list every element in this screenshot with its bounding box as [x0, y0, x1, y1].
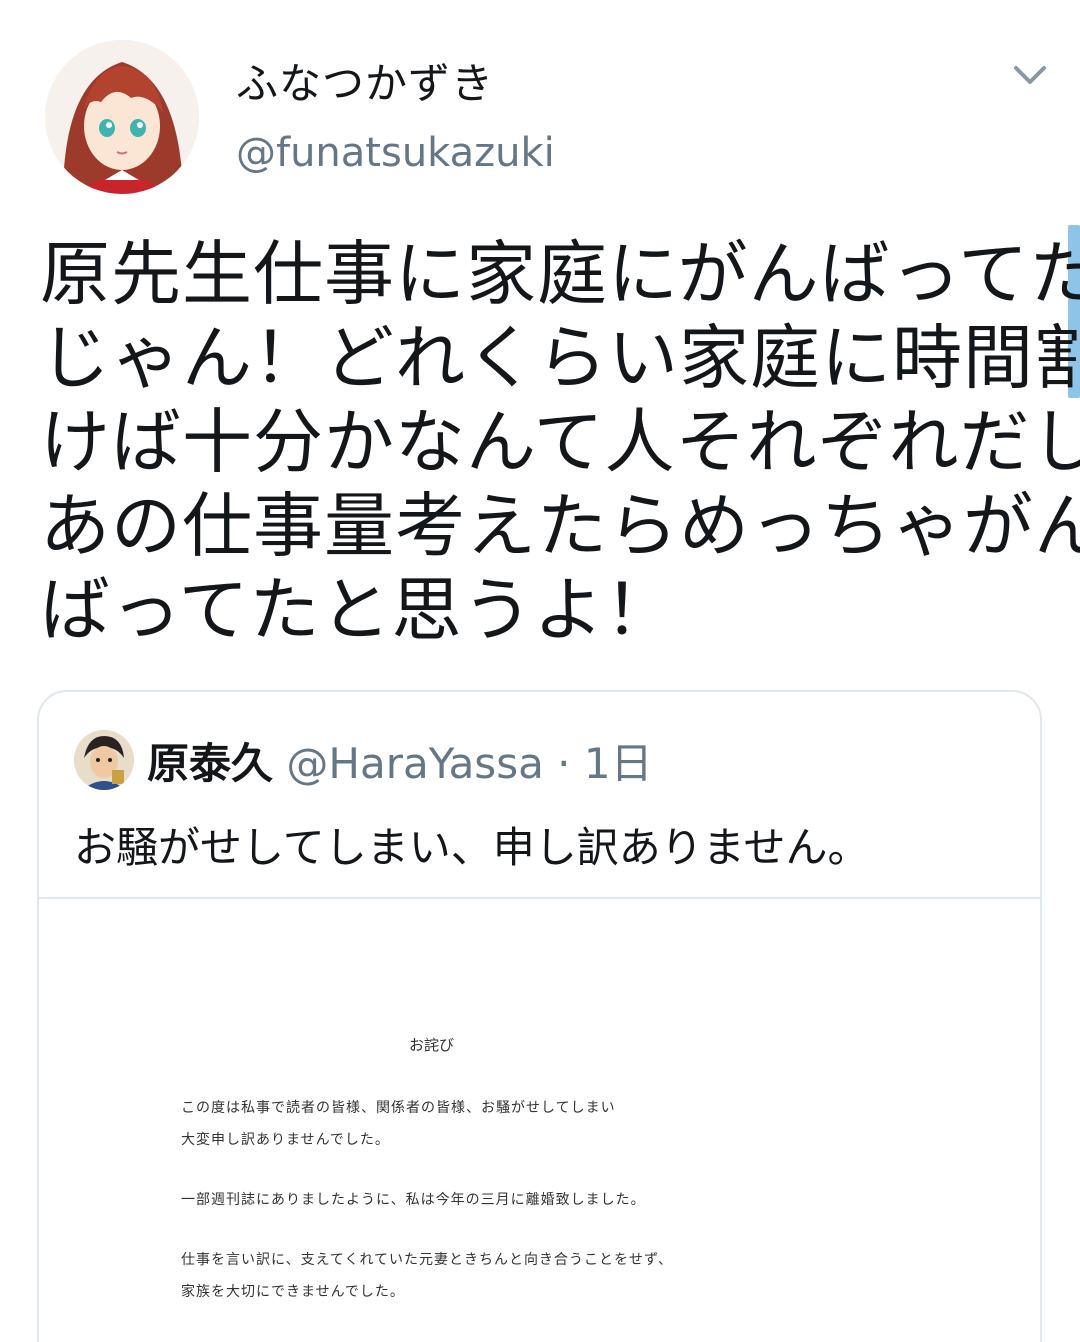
- tweet-text-line: けば十分かなんて人それぞれだし: [40, 401, 1080, 483]
- document-line: 家族を大切にできませんでした。: [181, 1284, 405, 1300]
- quoted-image-document[interactable]: お詫び この度は私事で読者の皆様、関係者の皆様、お騒がせしてしまい 大変申し訳あ…: [39, 897, 1040, 1342]
- avatar[interactable]: [74, 730, 134, 790]
- document-line: 仕事を言い訳に、支えてくれていた元妻ときちんと向き合うことをせず、: [181, 1252, 674, 1268]
- document-cutoff-line: [181, 1335, 741, 1342]
- avatar[interactable]: [45, 40, 199, 194]
- display-name[interactable]: ふなつかずき: [236, 50, 494, 111]
- document-line: 一部週刊誌にありましたように、私は今年の三月に離婚致しました。: [181, 1192, 646, 1208]
- quoted-header: 原泰久 @HaraYassa · 1日: [147, 730, 653, 791]
- quoted-tweet[interactable]: 原泰久 @HaraYassa · 1日 お騒がせしてしまい、申し訳ありません。 …: [37, 690, 1042, 1342]
- tweet-page: ふなつかずき @funatsukazuki 原先生仕事に家庭にがんばってた じゃ…: [0, 0, 1080, 1342]
- document-title: お詫び: [409, 1036, 455, 1054]
- tweet-text-line: あの仕事量考えたらめっちゃがん: [40, 485, 1080, 567]
- quoted-handle[interactable]: @HaraYassa: [286, 739, 543, 788]
- quoted-avatar-illustration: [74, 730, 134, 790]
- quoted-timestamp[interactable]: 1日: [584, 739, 653, 788]
- chevron-down-icon[interactable]: [1010, 60, 1050, 90]
- document-line: 大変申し訳ありませんでした。: [181, 1132, 390, 1148]
- user-handle[interactable]: @funatsukazuki: [236, 130, 555, 176]
- tweet-text: 原先生仕事に家庭にがんばってた じゃん！どれくらい家庭に時間割 けば十分かなんて…: [40, 232, 1080, 652]
- tweet-text-line: ばってたと思うよ！: [40, 569, 676, 651]
- tweet-text-line: じゃん！どれくらい家庭に時間割: [40, 317, 1080, 399]
- document-line: この度は私事で読者の皆様、関係者の皆様、お騒がせしてしまい: [181, 1100, 616, 1116]
- quoted-text: お騒がせしてしまい、申し訳ありません。: [74, 823, 870, 872]
- separator-dot: ·: [557, 739, 571, 788]
- avatar-illustration: [45, 40, 199, 194]
- tweet-text-line: 原先生仕事に家庭にがんばってた: [40, 233, 1080, 315]
- quoted-display-name[interactable]: 原泰久: [147, 739, 273, 788]
